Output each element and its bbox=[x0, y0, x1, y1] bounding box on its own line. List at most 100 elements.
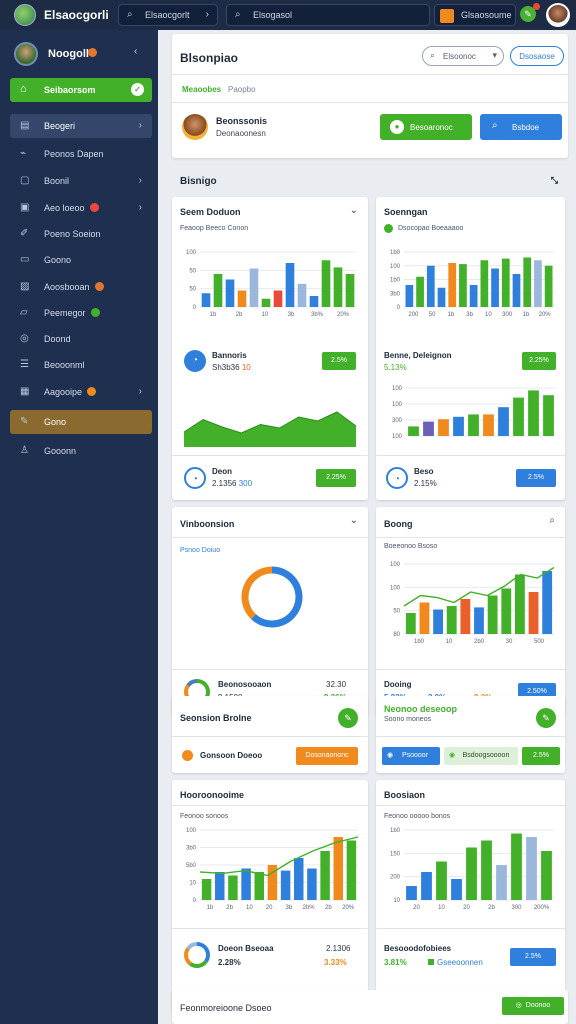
sidebar-item[interactable]: ♙ Gooonn bbox=[10, 439, 152, 463]
legend-item: Gseeoonnen bbox=[428, 958, 483, 967]
check-icon: ✓ bbox=[131, 83, 144, 96]
sidebar-item[interactable]: ▤ Beogeri › bbox=[10, 114, 152, 138]
x-tick-label: 20% bbox=[539, 312, 552, 318]
y-tick-label: 0 bbox=[193, 305, 197, 311]
donut-slice bbox=[251, 566, 303, 628]
chevron-down-icon: ▾ bbox=[492, 50, 497, 60]
y-tick-label: 100 bbox=[186, 828, 197, 834]
y-tick-label: 1b0 bbox=[390, 828, 401, 834]
x-tick-label: 3b bbox=[466, 312, 473, 318]
card-7: Hooroonooime Feonoo sonoos 100 3b0 5b0 10 0 1… bbox=[172, 780, 368, 1013]
app-title: Elsaocgorli bbox=[44, 8, 109, 22]
bar bbox=[542, 571, 553, 634]
user-avatar[interactable] bbox=[546, 3, 570, 27]
card-subtitle: Dsocopao Boeaaaoo bbox=[384, 224, 463, 233]
bar bbox=[498, 407, 509, 436]
profile-avatar bbox=[182, 114, 208, 140]
chevron-right-icon: › bbox=[138, 175, 142, 186]
add-icon[interactable]: ✎ bbox=[536, 708, 556, 728]
x-tick-label: 20 bbox=[413, 905, 420, 911]
x-tick-label: 30 bbox=[506, 639, 513, 645]
info-icon: ◔ bbox=[386, 467, 408, 489]
collapse-icon[interactable]: ‹ bbox=[134, 46, 137, 57]
metric-pill[interactable]: 2.5% bbox=[510, 948, 556, 966]
sidebar-item[interactable]: ▱ Peemegor bbox=[10, 301, 152, 325]
y-tick-label: 200 bbox=[390, 875, 401, 881]
sidebar-item[interactable]: ⌁ Peonos Dapen bbox=[10, 142, 152, 166]
green-pill-button[interactable]: ◎ Doonoo bbox=[502, 997, 564, 1015]
metric-pill[interactable]: 2.5% bbox=[522, 747, 560, 765]
sidebar-item[interactable]: ▢ Boonil › bbox=[10, 169, 152, 193]
metric-pill[interactable]: 2.25% bbox=[522, 352, 556, 370]
card-6: Neonoo deseoop Soono moneos ✎ ◉ Psoooor ◉… bbox=[376, 696, 565, 773]
donut-slice bbox=[196, 942, 210, 963]
search-icon: ⌕ bbox=[492, 120, 498, 131]
info-icon: ◔ bbox=[184, 467, 206, 489]
y-tick-label: 0 bbox=[193, 898, 197, 904]
sidebar-item[interactable]: ✐ Poeno Soeion bbox=[10, 222, 152, 246]
metric-pill[interactable]: 2.5% bbox=[516, 469, 556, 487]
x-tick-label: 1b bbox=[448, 312, 455, 318]
metric-value: 3.81% bbox=[384, 958, 407, 967]
bar bbox=[483, 414, 494, 436]
tab-secondary[interactable]: Paopbo bbox=[228, 85, 256, 94]
bar bbox=[453, 416, 464, 436]
card-1: Seem Doduon ⌄ Feaoop Beeco Conon 100 50 50… bbox=[172, 197, 368, 500]
bar bbox=[307, 868, 317, 900]
x-tick-label: 20 bbox=[266, 905, 273, 911]
blue-action-button[interactable]: ⌕ Bsbdoe bbox=[480, 114, 562, 140]
sidebar-item[interactable]: ▣ Aeo loeoo › bbox=[10, 196, 152, 220]
donut-slice bbox=[189, 960, 208, 968]
card-title: Soenngan bbox=[384, 207, 428, 217]
sidebar-item[interactable]: ▭ Goono bbox=[10, 248, 152, 272]
collapse-icon[interactable]: ⤡ bbox=[551, 175, 558, 186]
bar bbox=[526, 837, 537, 900]
add-icon[interactable]: ✎ bbox=[338, 708, 358, 728]
secondary-search-field[interactable]: ⌕ Elsogasol bbox=[226, 4, 430, 26]
sidebar-item[interactable]: ▨ Aoosbooan bbox=[10, 275, 152, 299]
page-title: Blsonpiao bbox=[180, 51, 239, 65]
sidebar-item[interactable]: ◎ Doond bbox=[10, 327, 152, 351]
metric-label: Dooing bbox=[384, 680, 412, 689]
sidebar-user-name: Noogoll bbox=[48, 48, 89, 60]
card-3: Vinboonsion ⌄ Psnoo Doiuo Beonosooaon 9.… bbox=[172, 507, 368, 717]
card-title: Boosiaon bbox=[384, 790, 426, 800]
search-icon[interactable]: ⌕ bbox=[549, 515, 555, 526]
bar bbox=[421, 872, 432, 900]
bar bbox=[201, 293, 211, 307]
orange-pill-button[interactable]: Dosonaononc bbox=[296, 747, 358, 765]
header-outline-button[interactable]: Dsosaose bbox=[510, 46, 564, 66]
sidebar-item[interactable]: ▦ Aagooipe › bbox=[10, 380, 152, 404]
card-title: Seonsion Brolne bbox=[180, 713, 252, 723]
secondary-pill-button[interactable]: ◉ Bsdoogsoooon bbox=[444, 747, 518, 765]
tab-active[interactable]: Meaoobes bbox=[182, 85, 221, 94]
sidebar-item[interactable]: ✎ Gono bbox=[10, 410, 152, 434]
notifications-button[interactable]: Glsaosoume bbox=[434, 4, 516, 26]
bar bbox=[501, 258, 510, 307]
user-icon: ♙ bbox=[20, 445, 29, 456]
bar bbox=[309, 296, 319, 307]
sidebar-item-active[interactable]: ⌂ Seibaorsom ✓ bbox=[10, 78, 152, 102]
chevron-down-icon[interactable]: ⌄ bbox=[350, 515, 358, 526]
metric-value: 5.13% bbox=[384, 363, 407, 372]
sidebar-item[interactable]: ☰ Beooonml bbox=[10, 353, 152, 377]
mini-donut bbox=[184, 942, 210, 968]
card-subtitle: Soono moneos bbox=[384, 716, 432, 723]
x-tick-label: 1b bbox=[207, 905, 214, 911]
x-tick-label: 200% bbox=[534, 905, 550, 911]
metric-pill[interactable]: 2.25% bbox=[316, 469, 356, 487]
primary-pill-button[interactable]: ◉ Psoooor bbox=[382, 747, 440, 765]
card-subtitle: Feonoo sonoos bbox=[180, 813, 229, 820]
global-search-field[interactable]: ⌕ Elsaocgorlt › bbox=[118, 4, 218, 26]
sidebar-avatar bbox=[14, 42, 38, 66]
sidebar-item-label: Aeo loeoo bbox=[44, 203, 85, 213]
x-tick-label: 1b bbox=[210, 312, 217, 318]
y-tick-label: 1b0 bbox=[390, 250, 401, 256]
green-action-button[interactable]: ● Besoaronoc bbox=[380, 114, 472, 140]
card-subtitle: Feonoo ooooo bonos bbox=[384, 813, 451, 820]
header-search-dropdown[interactable]: ⌕ Elsoonoc ▾ bbox=[422, 46, 504, 66]
profile-subtitle: Deonaoonesn bbox=[216, 129, 266, 138]
metric-pill[interactable]: 2.5% bbox=[322, 352, 356, 370]
divider bbox=[376, 736, 565, 737]
chevron-down-icon[interactable]: ⌄ bbox=[350, 205, 358, 216]
